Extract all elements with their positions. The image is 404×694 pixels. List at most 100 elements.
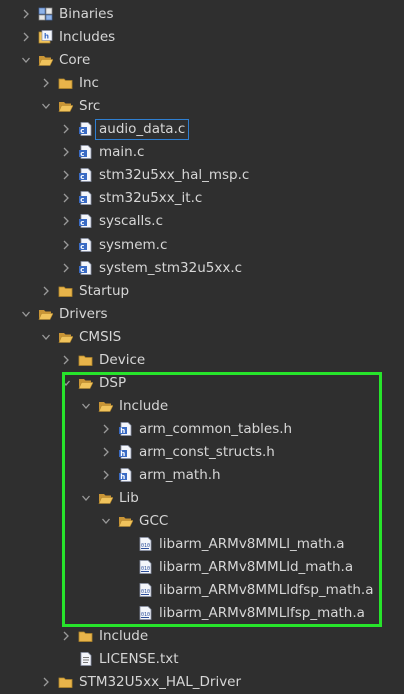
svg-text:c: c [80, 196, 84, 204]
svg-text:c: c [80, 219, 84, 227]
chevron-right-icon[interactable] [61, 123, 71, 135]
tree-item-label: Device [99, 351, 146, 368]
h-file-icon: h [118, 468, 133, 482]
tree-item-label: CMSIS [79, 328, 122, 345]
tree-item-label: stm32u5xx_hal_msp.c [99, 167, 250, 184]
chevron-right-icon[interactable] [61, 215, 71, 227]
tree-item-label: libarm_ARMv8MMLl_math.a [159, 536, 345, 553]
archive-file-icon: 010 [138, 583, 153, 598]
tree-item-label: Binaries [59, 6, 114, 22]
tree-item-folder[interactable]: STM32U5xx_HAL_Driver [0, 671, 404, 694]
chevron-right-icon[interactable] [61, 169, 71, 181]
tree-item-binaries[interactable]: Binaries [0, 3, 404, 26]
tree-item-label: sysmem.c [99, 236, 168, 253]
chevron-right-icon[interactable] [101, 446, 111, 458]
tree-item-folder-open[interactable]: Lib [0, 487, 404, 510]
tree-item-folder-open[interactable]: DSP [0, 372, 404, 395]
tree-item-label: Include [99, 628, 149, 645]
chevron-down-icon[interactable] [61, 377, 71, 389]
chevron-down-icon[interactable] [41, 331, 51, 343]
tree-item-label: Lib [119, 490, 139, 507]
tree-item-label: STM32U5xx_HAL_Driver [79, 674, 242, 691]
tree-item-c-file[interactable]: c stm32u5xx_it.c [0, 187, 404, 210]
folder-icon [78, 629, 93, 643]
svg-text:c: c [80, 173, 84, 181]
tree-item-label: Core [59, 52, 91, 69]
c-file-icon: c [78, 191, 93, 206]
tree-item-label: arm_const_structs.h [139, 443, 275, 460]
chevron-down-icon[interactable] [41, 100, 51, 112]
c-file-icon: c [78, 260, 93, 275]
tree-item-h-file[interactable]: h arm_const_structs.h [0, 441, 404, 464]
chevron-right-icon[interactable] [61, 239, 71, 251]
archive-file-icon: 010 [138, 560, 153, 575]
tree-item-c-file[interactable]: c main.c [0, 141, 404, 164]
tree-item-label: main.c [99, 144, 145, 161]
tree-item-folder[interactable]: Device [0, 349, 404, 372]
svg-text:h: h [120, 473, 125, 481]
folder-open-icon [58, 99, 73, 113]
chevron-down-icon[interactable] [81, 400, 91, 412]
tree-item-folder-open[interactable]: Core [0, 49, 404, 72]
tree-item-folder-open[interactable]: CMSIS [0, 326, 404, 349]
tree-item-label: Src [79, 98, 101, 115]
chevron-right-icon[interactable] [41, 77, 51, 89]
tree-item-label: arm_math.h [139, 467, 221, 483]
chevron-right-icon[interactable] [101, 423, 111, 435]
tree-item-folder[interactable]: Startup [0, 280, 404, 303]
tree-item-c-file[interactable]: c system_stm32u5xx.c [0, 257, 404, 280]
tree-item-text-file[interactable]: LICENSE.txt [0, 648, 404, 671]
chevron-down-icon[interactable] [21, 308, 31, 320]
tree-item-folder[interactable]: Include [0, 625, 404, 648]
svg-text:h: h [44, 33, 49, 41]
tree-item-label: audio_data.c [95, 119, 190, 141]
tree-item-label: stm32u5xx_it.c [99, 190, 203, 207]
chevron-down-icon[interactable] [21, 54, 31, 66]
folder-open-icon [98, 491, 113, 505]
tree-item-label: GCC [139, 513, 169, 530]
chevron-down-icon[interactable] [81, 492, 91, 504]
tree-item-folder-open[interactable]: Src [0, 95, 404, 118]
folder-icon [58, 76, 73, 90]
chevron-down-icon[interactable] [101, 515, 111, 527]
tree-item-label: Startup [79, 282, 130, 299]
chevron-right-icon[interactable] [21, 31, 31, 43]
tree-item-archive-file[interactable]: 010 libarm_ARMv8MMLld_math.a [0, 556, 404, 579]
chevron-right-icon[interactable] [61, 262, 71, 274]
tree-item-h-file[interactable]: h arm_common_tables.h [0, 418, 404, 441]
tree-item-folder-open[interactable]: Include [0, 395, 404, 418]
folder-icon [58, 675, 73, 689]
chevron-right-icon[interactable] [61, 354, 71, 366]
svg-text:c: c [80, 127, 84, 135]
tree-item-h-file[interactable]: h arm_math.h [0, 464, 404, 487]
tree-item-archive-file[interactable]: 010 libarm_ARMv8MMLlfsp_math.a [0, 602, 404, 625]
chevron-right-icon[interactable] [101, 469, 111, 481]
tree-item-archive-file[interactable]: 010 libarm_ARMv8MMLldfsp_math.a [0, 579, 404, 602]
tree-item-c-file[interactable]: c sysmem.c [0, 234, 404, 257]
c-file-icon: c [78, 237, 93, 252]
tree-item-label: Include [119, 397, 169, 414]
chevron-right-icon[interactable] [21, 8, 31, 20]
tree-item-label: libarm_ARMv8MMLldfsp_math.a [159, 582, 374, 599]
chevron-right-icon[interactable] [61, 146, 71, 158]
chevron-right-icon[interactable] [61, 192, 71, 204]
svg-text:h: h [120, 450, 125, 458]
chevron-right-icon[interactable] [61, 630, 71, 642]
folder-open-icon [78, 376, 93, 390]
svg-text:c: c [80, 243, 84, 251]
h-file-icon: h [118, 445, 133, 459]
archive-file-icon: 010 [138, 537, 153, 552]
chevron-right-icon[interactable] [41, 285, 51, 297]
chevron-right-icon[interactable] [41, 676, 51, 688]
tree-item-includes[interactable]: h Includes [0, 26, 404, 49]
tree-item-label: syscalls.c [99, 213, 163, 230]
tree-item-archive-file[interactable]: 010 libarm_ARMv8MMLl_math.a [0, 533, 404, 556]
tree-item-folder-open[interactable]: Drivers [0, 303, 404, 326]
tree-item-c-file[interactable]: c audio_data.c [0, 118, 404, 141]
tree-item-folder[interactable]: Inc [0, 72, 404, 95]
folder-icon [58, 284, 73, 298]
tree-item-folder-open[interactable]: GCC [0, 510, 404, 533]
tree-item-c-file[interactable]: c syscalls.c [0, 210, 404, 233]
tree-item-c-file[interactable]: c stm32u5xx_hal_msp.c [0, 164, 404, 187]
folder-open-icon [58, 330, 73, 344]
